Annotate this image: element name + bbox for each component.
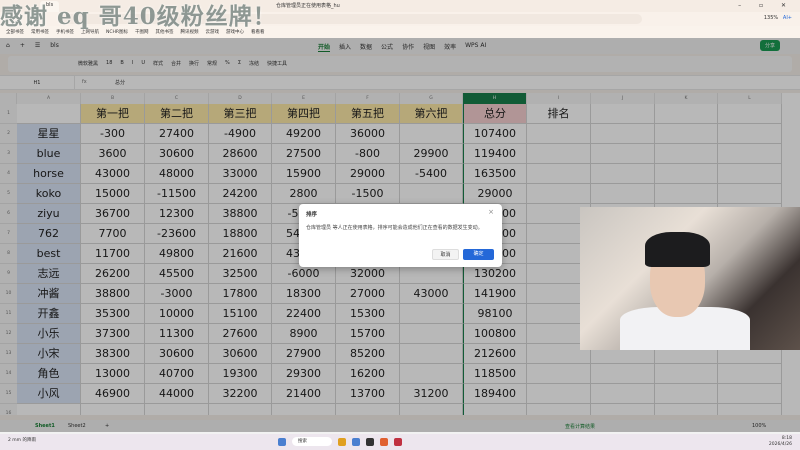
taskbar-search[interactable]: 搜索 bbox=[292, 437, 332, 446]
app-icon[interactable] bbox=[380, 437, 388, 446]
confirm-button[interactable]: 确定 bbox=[463, 249, 494, 260]
sort-warning-dialog: 排序 × 仓库管理员 等人正在使用表格，排序可能会造成他们正在查看的数据发生变动… bbox=[299, 204, 502, 267]
browser-zoom[interactable]: 135% bbox=[764, 15, 778, 21]
browser-icon[interactable] bbox=[352, 437, 360, 446]
ai-button[interactable]: AI+ bbox=[783, 15, 792, 21]
start-icon[interactable] bbox=[278, 437, 286, 446]
dialog-message: 仓库管理员 等人正在使用表格，排序可能会造成他们正在查看的数据发生变动。 bbox=[306, 225, 483, 231]
clock-time: 8:18 bbox=[781, 436, 792, 441]
stream-banner-text: 感谢 eq 哥40级粉丝牌！ bbox=[0, 3, 277, 30]
app-icon[interactable] bbox=[366, 437, 374, 446]
weather-widget[interactable]: 2 mm 的降雨 bbox=[8, 437, 36, 443]
clock-date: 2026/4/26 bbox=[768, 442, 792, 447]
close-icon[interactable]: × bbox=[488, 208, 494, 216]
browser-tab[interactable]: 仓库管理员正在使用表格_hu bbox=[270, 1, 346, 12]
app-icon[interactable] bbox=[338, 437, 346, 446]
window-controls[interactable]: – ▫ ✕ bbox=[738, 2, 794, 9]
taskbar: 2 mm 的降雨 搜索 8:18 2026/4/26 bbox=[0, 434, 800, 450]
app-icon[interactable] bbox=[394, 437, 402, 446]
dialog-title: 排序 bbox=[306, 212, 318, 218]
cancel-button[interactable]: 取消 bbox=[432, 249, 459, 260]
webcam-overlay bbox=[580, 207, 800, 350]
